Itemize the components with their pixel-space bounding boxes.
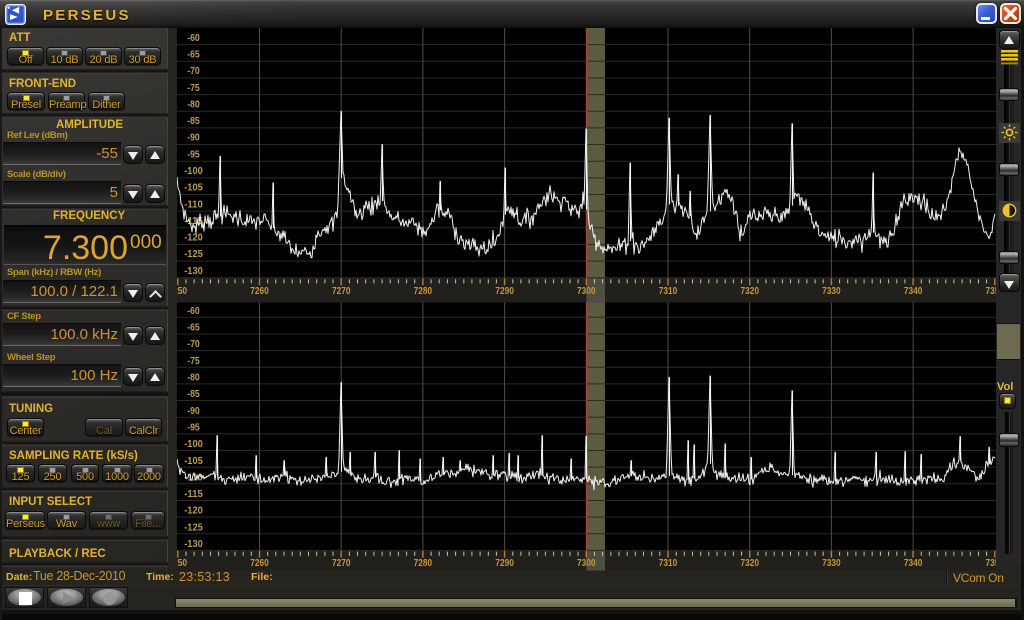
svg-text:7330: 7330 [822, 556, 841, 568]
svg-text:-65: -65 [187, 48, 200, 60]
svg-text:7340: 7340 [904, 285, 923, 297]
svg-text:7330: 7330 [822, 285, 841, 297]
svg-text:-70: -70 [187, 65, 200, 77]
svg-text:-75: -75 [187, 81, 200, 93]
svg-text:-60: -60 [187, 304, 200, 316]
svg-text:-95: -95 [187, 421, 200, 433]
svg-text:-85: -85 [187, 115, 200, 127]
svg-text:-120: -120 [184, 504, 203, 516]
svg-text:-90: -90 [187, 404, 200, 416]
svg-text:7250: 7250 [177, 556, 187, 568]
svg-text:7300: 7300 [577, 556, 596, 568]
svg-text:7260: 7260 [250, 556, 269, 568]
svg-text:-90: -90 [187, 131, 200, 143]
svg-text:-125: -125 [184, 521, 203, 533]
svg-text:7350: 7350 [986, 285, 996, 297]
svg-text:7350: 7350 [986, 556, 996, 568]
svg-text:-75: -75 [187, 354, 200, 366]
svg-text:-100: -100 [184, 438, 203, 450]
svg-text:7310: 7310 [659, 556, 678, 568]
svg-text:-80: -80 [187, 371, 200, 383]
svg-text:7290: 7290 [495, 556, 514, 568]
svg-text:7320: 7320 [740, 556, 759, 568]
svg-text:7270: 7270 [332, 556, 351, 568]
svg-text:-65: -65 [187, 321, 200, 333]
svg-text:-125: -125 [184, 248, 203, 260]
svg-text:-60: -60 [187, 31, 200, 43]
svg-text:7310: 7310 [659, 285, 678, 297]
svg-text:7290: 7290 [495, 285, 514, 297]
svg-text:7320: 7320 [740, 285, 759, 297]
svg-text:-115: -115 [184, 488, 203, 500]
svg-text:7270: 7270 [332, 285, 351, 297]
svg-text:-100: -100 [184, 165, 203, 177]
svg-text:-95: -95 [187, 148, 200, 160]
svg-text:-120: -120 [184, 231, 203, 243]
svg-text:7250: 7250 [177, 285, 187, 297]
svg-text:7280: 7280 [414, 285, 433, 297]
svg-text:7260: 7260 [250, 285, 269, 297]
svg-text:-80: -80 [187, 98, 200, 110]
svg-text:-105: -105 [184, 181, 203, 193]
svg-text:-130: -130 [184, 538, 203, 550]
svg-text:7340: 7340 [904, 556, 923, 568]
svg-text:-110: -110 [184, 198, 203, 210]
svg-text:-85: -85 [187, 388, 200, 400]
svg-text:7300: 7300 [577, 285, 596, 297]
svg-text:-130: -130 [184, 264, 203, 276]
svg-text:-70: -70 [187, 338, 200, 350]
svg-text:-105: -105 [184, 454, 203, 466]
svg-text:7280: 7280 [414, 556, 433, 568]
